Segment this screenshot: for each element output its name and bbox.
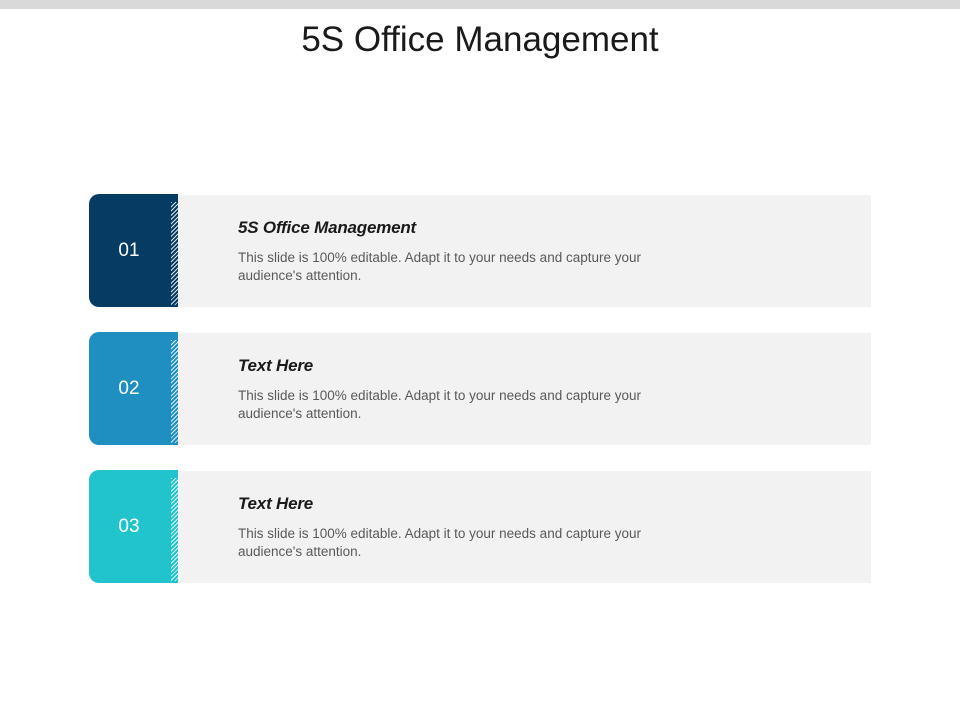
row-description: This slide is 100% editable. Adapt it to…: [238, 388, 641, 421]
row-heading: Text Here: [238, 356, 314, 375]
row-description: This slide is 100% editable. Adapt it to…: [238, 526, 641, 559]
row-3: 03 Text Here This slide is 100% editable…: [89, 470, 871, 583]
zipper-edge: [171, 478, 178, 581]
row-number: 03: [118, 516, 140, 537]
slide-title: 5S Office Management: [301, 20, 659, 59]
row-number: 01: [118, 240, 140, 261]
row-heading: Text Here: [238, 494, 314, 513]
row-1: 01 5S Office Management This slide is 10…: [89, 194, 871, 307]
row-number-tab: 01: [89, 194, 178, 307]
row-number: 02: [118, 378, 140, 399]
row-number-tab: 03: [89, 470, 178, 583]
zipper-edge: [171, 340, 178, 443]
content-rows: 01 5S Office Management This slide is 10…: [89, 194, 871, 608]
top-divider-bar: [0, 0, 960, 9]
row-heading: 5S Office Management: [238, 218, 417, 237]
row-number-tab: 02: [89, 332, 178, 445]
row-description: This slide is 100% editable. Adapt it to…: [238, 250, 641, 283]
row-2: 02 Text Here This slide is 100% editable…: [89, 332, 871, 445]
zipper-edge: [171, 202, 178, 305]
